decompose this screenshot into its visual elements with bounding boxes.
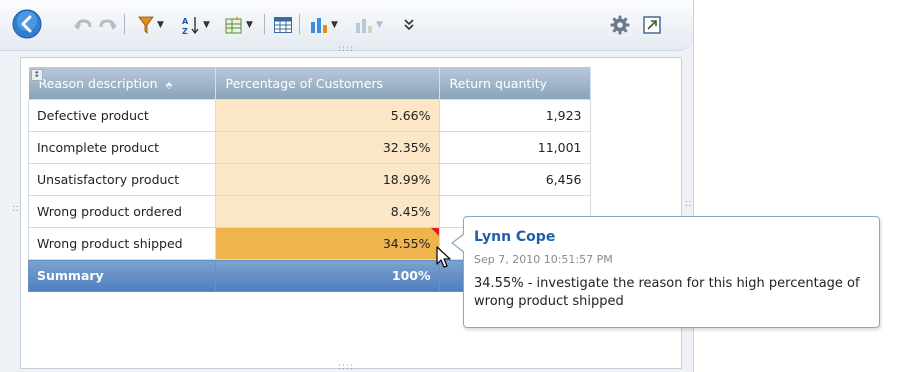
comment-author: Lynn Cope [474, 229, 556, 245]
sort-indicator-icon[interactable]: ↕ [30, 69, 44, 81]
chevron-down-icon: ▼ [376, 20, 383, 30]
percentage-cell[interactable]: 8.45% [214, 195, 440, 228]
column-header-label: Reason description [38, 75, 158, 91]
sort-button[interactable]: A Z ▼ [178, 14, 214, 36]
filter-icon [138, 16, 154, 34]
redo-icon [99, 19, 117, 30]
column-header-quantity[interactable]: Return quantity [439, 67, 591, 100]
redo-button[interactable] [97, 16, 119, 34]
reason-cell[interactable]: Wrong product shipped [28, 227, 216, 260]
more-icon [404, 19, 414, 31]
reason-cell[interactable]: Incomplete product [28, 131, 216, 164]
reason-cell[interactable]: Defective product [28, 99, 216, 132]
table-view-button[interactable] [271, 14, 295, 36]
undo-button[interactable] [72, 16, 94, 34]
column-header-label: Return quantity [449, 75, 548, 91]
table-row: Unsatisfactory product 18.99% 6,456 [28, 163, 591, 196]
back-button[interactable] [12, 9, 42, 39]
toolbar-separator [264, 14, 265, 34]
maximize-icon [643, 16, 661, 34]
percentage-cell[interactable]: 32.35% [214, 131, 440, 164]
back-icon [12, 9, 42, 39]
toolbar-separator [299, 14, 300, 34]
column-header-reason[interactable]: ↕ Reason description ⬘ [28, 67, 216, 100]
more-button[interactable] [398, 14, 420, 36]
filter-button[interactable]: ▼ [134, 14, 168, 36]
table-view-icon [274, 17, 292, 33]
resize-grip-right[interactable]: :: [683, 200, 693, 208]
summary-percentage: 100% [214, 259, 440, 292]
chevron-down-icon: ▼ [157, 20, 164, 30]
quantity-cell[interactable]: 1,923 [438, 99, 591, 132]
maximize-button[interactable] [640, 13, 664, 37]
chevron-down-icon: ▼ [203, 20, 210, 30]
undo-icon [74, 19, 92, 30]
summary-label: Summary [28, 259, 216, 292]
resize-grip-top[interactable]: :::: [338, 44, 354, 54]
sort-arrows-icon: ⬘ [165, 80, 173, 91]
toolbar-separator [124, 14, 125, 34]
comment-timestamp: Sep 7, 2010 10:51:57 PM [474, 253, 613, 266]
chevron-down-icon: ▼ [331, 20, 338, 30]
svg-text:A: A [182, 17, 189, 26]
quantity-cell[interactable]: 11,001 [438, 131, 591, 164]
comment-tooltip: Lynn Cope Sep 7, 2010 10:51:57 PM 34.55%… [451, 216, 880, 328]
resize-grip-left[interactable]: :: [10, 205, 20, 213]
quantity-cell[interactable]: 6,456 [438, 163, 591, 196]
percentage-cell[interactable]: 5.66% [214, 99, 440, 132]
comment-indicator-icon[interactable] [430, 228, 439, 236]
chart-button[interactable]: ▼ [305, 14, 343, 36]
percentage-cell[interactable]: 18.99% [214, 163, 440, 196]
insert-button[interactable]: ▼ [220, 14, 258, 36]
gear-icon [610, 15, 630, 35]
chart-icon [311, 18, 328, 33]
tooltip-pointer-inner [453, 234, 465, 252]
percentage-value: 34.55% [382, 236, 431, 251]
chart-type-button[interactable]: ▼ [350, 14, 388, 36]
chevron-down-icon: ▼ [246, 20, 253, 30]
mouse-cursor-icon [436, 246, 451, 268]
settings-button[interactable] [608, 13, 632, 37]
table-row: Defective product 5.66% 1,923 [28, 99, 591, 132]
column-header-percentage[interactable]: Percentage of Customers [215, 67, 440, 100]
sort-icon: A Z [182, 17, 199, 35]
chart-type-icon [356, 19, 373, 33]
resize-grip-bottom[interactable]: :::: [338, 362, 354, 372]
column-header-label: Percentage of Customers [225, 75, 384, 91]
comment-text: 34.55% - investigate the reason for this… [474, 276, 860, 309]
toolbar: ▼ A Z ▼ ▼ ▼ ▼:::: [0, 0, 693, 54]
reason-cell[interactable]: Unsatisfactory product [28, 163, 216, 196]
insert-icon [225, 16, 242, 34]
svg-text:Z: Z [182, 27, 188, 35]
percentage-cell-commented[interactable]: 34.55% [214, 227, 440, 260]
reason-cell[interactable]: Wrong product ordered [28, 195, 216, 228]
table-row: Incomplete product 32.35% 11,001 [28, 131, 591, 164]
